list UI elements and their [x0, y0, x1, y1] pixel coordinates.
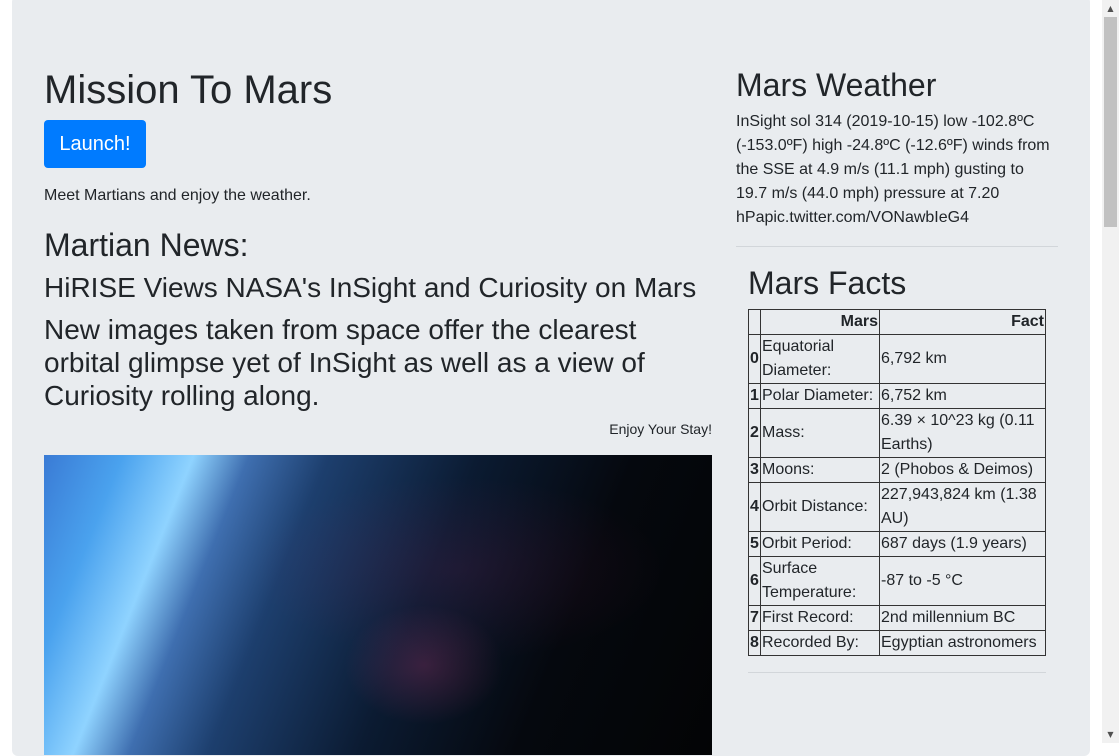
row-label: Polar Diameter: [760, 383, 880, 409]
row-index: 1 [748, 383, 761, 409]
row-index: 6 [748, 556, 761, 606]
image-glow [344, 605, 504, 725]
divider [748, 672, 1046, 673]
table-row: 2 Mass: 6.39 × 10^23 kg (0.11 Earths) [748, 408, 1046, 458]
row-value: 2nd millennium BC [879, 605, 1046, 631]
news-teaser: New images taken from space offer the cl… [44, 314, 645, 411]
row-label: Equatorial Diameter: [760, 334, 880, 384]
table-row: 5 Orbit Period: 687 days (1.9 years) [748, 531, 1046, 557]
row-index: 4 [748, 482, 761, 532]
facts-table: Mars Fact 0 Equatorial Diameter: 6,792 km 1… [748, 309, 1046, 656]
facts-header-row: Mars Fact [748, 309, 1046, 335]
table-row: 3 Moons: 2 (Phobos & Deimos) [748, 457, 1046, 483]
scroll-down-icon[interactable]: ▼ [1102, 726, 1119, 743]
facts-col-index [748, 309, 761, 335]
facts-col-fact: Fact [879, 309, 1046, 335]
row-label: Mass: [760, 408, 880, 458]
page-title: Mission To Mars [44, 68, 333, 112]
row-index: 0 [748, 334, 761, 384]
row-index: 5 [748, 531, 761, 557]
row-value: 2 (Phobos & Deimos) [879, 457, 1046, 483]
table-row: 7 First Record: 2nd millennium BC [748, 605, 1046, 631]
row-label: Orbit Period: [760, 531, 880, 557]
scrollbar[interactable]: ▲ ▼ [1102, 0, 1119, 743]
weather-header: Mars Weather [736, 67, 937, 103]
table-row: 1 Polar Diameter: 6,752 km [748, 383, 1046, 409]
launch-button[interactable]: Launch! [44, 120, 146, 168]
row-index: 7 [748, 605, 761, 631]
row-label: Orbit Distance: [760, 482, 880, 532]
row-label: First Record: [760, 605, 880, 631]
row-value: 6.39 × 10^23 kg (0.11 Earths) [879, 408, 1046, 458]
row-value: 687 days (1.9 years) [879, 531, 1046, 557]
row-label: Moons: [760, 457, 880, 483]
divider [736, 246, 1058, 247]
row-value: -87 to -5 °C [879, 556, 1046, 606]
weather-text: InSight sol 314 (2019-10-15) low -102.8º… [736, 113, 1050, 226]
row-value: Egyptian astronomers [879, 630, 1046, 656]
news-header: Martian News: [44, 227, 249, 263]
scroll-thumb[interactable] [1104, 17, 1117, 227]
table-row: 6 Surface Temperature: -87 to -5 °C [748, 556, 1046, 606]
tagline: Meet Martians and enjoy the weather. [44, 187, 311, 204]
row-index: 3 [748, 457, 761, 483]
news-title: HiRISE Views NASA's InSight and Curiosit… [44, 272, 697, 303]
row-label: Recorded By: [760, 630, 880, 656]
row-index: 2 [748, 408, 761, 458]
table-row: 8 Recorded By: Egyptian astronomers [748, 630, 1046, 656]
featured-image [44, 455, 712, 755]
row-value: 6,792 km [879, 334, 1046, 384]
facts-col-mars: Mars [760, 309, 880, 335]
scroll-up-icon[interactable]: ▲ [1102, 0, 1119, 17]
row-value: 6,752 km [879, 383, 1046, 409]
row-value: 227,943,824 km (1.38 AU) [879, 482, 1046, 532]
table-row: 0 Equatorial Diameter: 6,792 km [748, 334, 1046, 384]
table-row: 4 Orbit Distance: 227,943,824 km (1.38 AU) [748, 482, 1046, 532]
facts-header: Mars Facts [748, 265, 907, 301]
facts-body: 0 Equatorial Diameter: 6,792 km 1 Polar Diam… [748, 334, 1046, 656]
row-label: Surface Temperature: [760, 556, 880, 606]
row-index: 8 [748, 630, 761, 656]
enjoy-text: Enjoy Your Stay! [609, 421, 712, 437]
